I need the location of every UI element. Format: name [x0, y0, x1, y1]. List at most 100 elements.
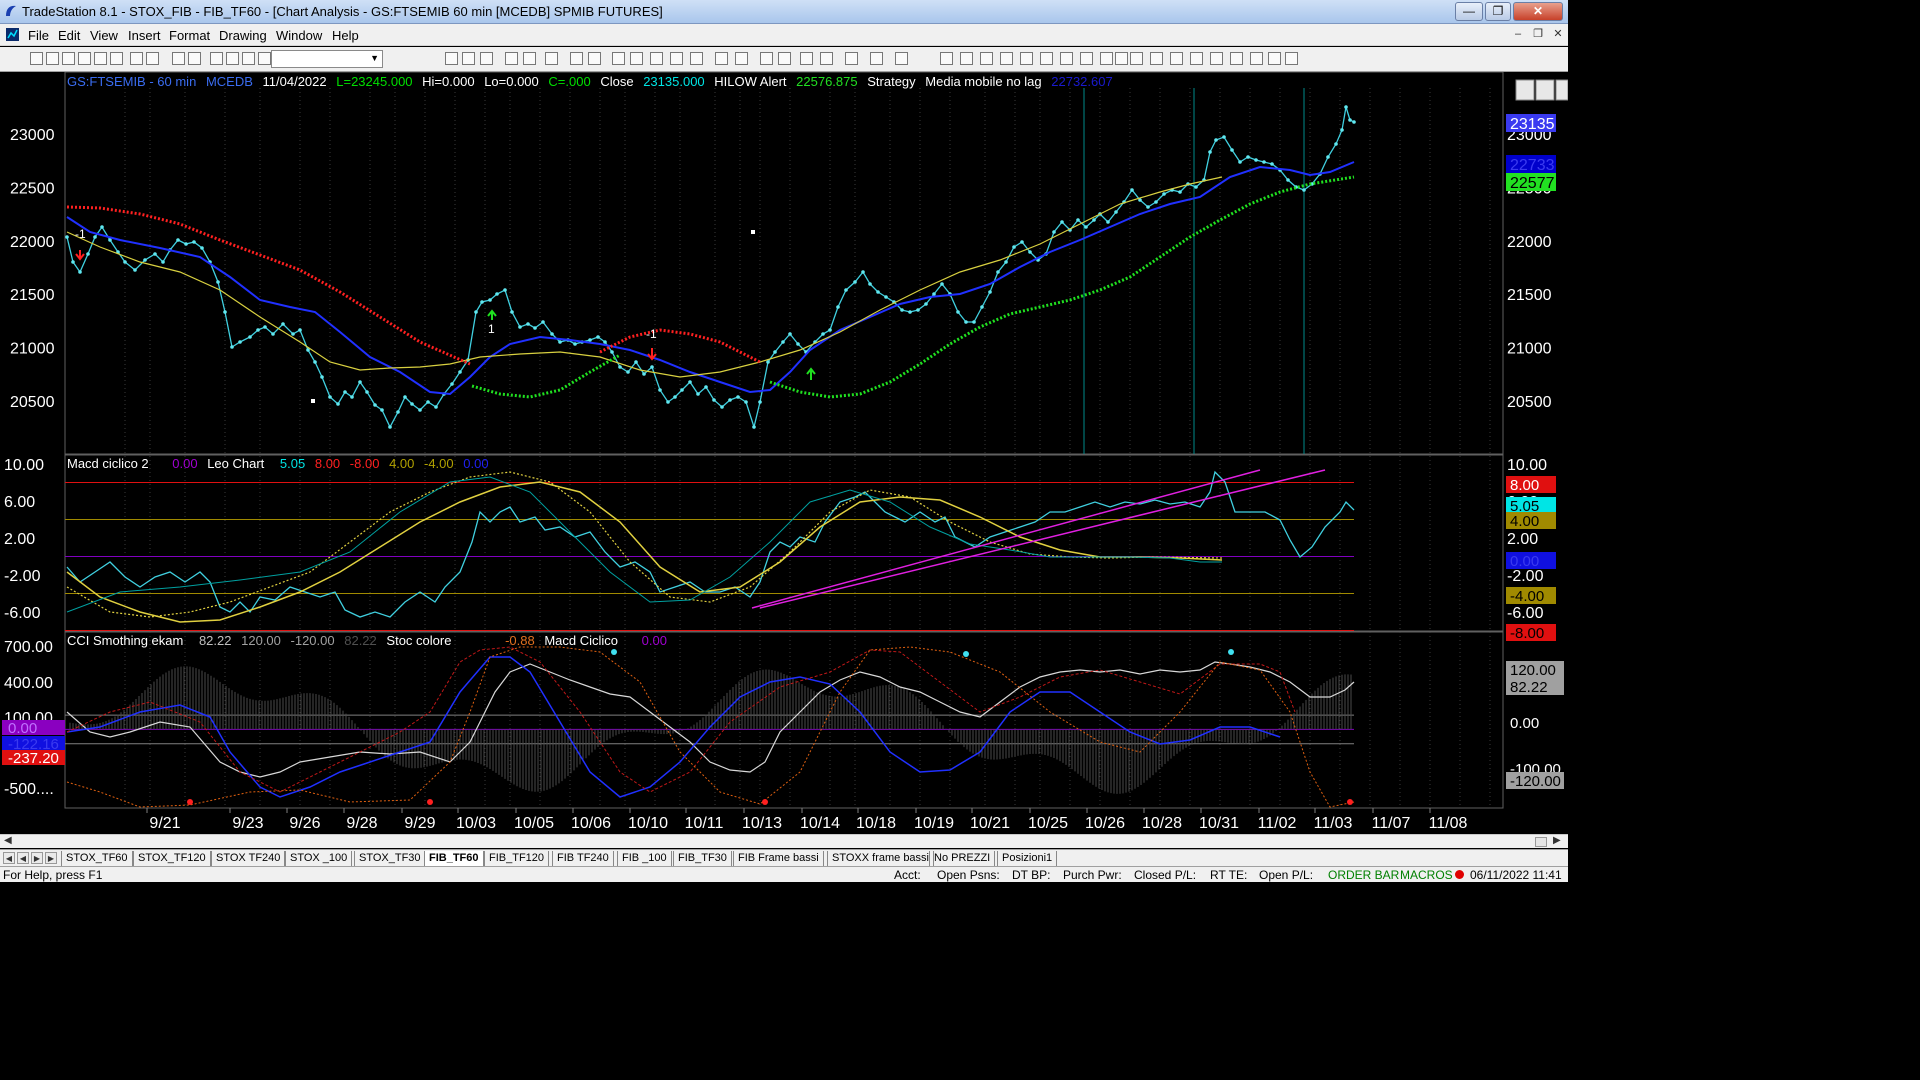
minimize-button[interactable]: — [1455, 2, 1483, 21]
toolbar-tool-icon[interactable] [94, 52, 107, 65]
toolbar-tool-icon[interactable] [630, 52, 643, 65]
toolbar-tool-icon[interactable] [1115, 52, 1128, 65]
toolbar-tool-icon[interactable] [588, 52, 601, 65]
toolbar-tool-icon[interactable] [760, 52, 773, 65]
tab-next-icon[interactable]: ▶ [31, 852, 43, 864]
toolbar-tool-icon[interactable] [1100, 52, 1113, 65]
price-dot [1012, 245, 1016, 249]
mdi-restore-button[interactable]: ❐ [1530, 27, 1546, 42]
horizontal-scrollbar[interactable]: ◀ ▶ [0, 834, 1568, 848]
menu-edit[interactable]: Edit [58, 28, 80, 43]
tab-stox-100[interactable]: STOX _100 [285, 851, 353, 866]
toolbar-tool-icon[interactable] [650, 52, 663, 65]
menu-format[interactable]: Format [169, 28, 210, 43]
tab-fib-tf30[interactable]: FIB_TF30 [673, 851, 732, 866]
toolbar-tool-icon[interactable] [188, 52, 201, 65]
chart-canvas[interactable]: 2300023000225002250022000220002150021500… [0, 71, 1569, 834]
tab-no-prezzi[interactable]: No PREZZI [929, 851, 996, 866]
toolbar-tool-icon[interactable] [130, 52, 143, 65]
toolbar-tool-icon[interactable] [110, 52, 123, 65]
status-macros[interactable]: MACROS [1400, 868, 1453, 882]
toolbar-tool-icon[interactable] [172, 52, 185, 65]
toolbar-tool-icon[interactable] [445, 52, 458, 65]
menu-help[interactable]: Help [332, 28, 359, 43]
toolbar-tool-icon[interactable] [1040, 52, 1053, 65]
toolbar-tool-icon[interactable] [870, 52, 883, 65]
menu-insert[interactable]: Insert [128, 28, 161, 43]
toolbar-tool-icon[interactable] [210, 52, 223, 65]
scroll-left-icon[interactable]: ◀ [4, 835, 12, 846]
menu-view[interactable]: View [90, 28, 118, 43]
toolbar-tool-icon[interactable] [670, 52, 683, 65]
tab-last-icon[interactable]: ▶ [45, 852, 57, 864]
toolbar-tool-icon[interactable] [505, 52, 518, 65]
toolbar-tool-icon[interactable] [1190, 52, 1203, 65]
toolbar-tool-icon[interactable] [480, 52, 493, 65]
symbol-combo[interactable]: ▼ [271, 50, 383, 68]
status-order-bar[interactable]: ORDER BAR [1328, 868, 1399, 882]
toolbar-tool-icon[interactable] [1170, 52, 1183, 65]
toolbar-tool-icon[interactable] [462, 52, 475, 65]
tab-fib-tf240[interactable]: FIB TF240 [552, 851, 614, 866]
toolbar-tool-icon[interactable] [1268, 52, 1281, 65]
menu-file[interactable]: File [28, 28, 49, 43]
toolbar-tool-icon[interactable] [242, 52, 255, 65]
menu-window[interactable]: Window [276, 28, 322, 43]
tab-posizioni1[interactable]: Posizioni1 [997, 851, 1058, 866]
toolbar-tool-icon[interactable] [940, 52, 953, 65]
toolbar-tool-icon[interactable] [30, 52, 43, 65]
toolbar-tool-icon[interactable] [612, 52, 625, 65]
chart-area[interactable]: 2300023000225002250022000220002150021500… [0, 71, 1569, 834]
toolbar-tool-icon[interactable] [1230, 52, 1243, 65]
macd-v2: 5.05 [279, 456, 306, 471]
tab-fib-tf120[interactable]: FIB_TF120 [484, 851, 550, 866]
mdi-close-button[interactable]: ✕ [1550, 27, 1566, 42]
toolbar-tool-icon[interactable] [226, 52, 239, 65]
tab-prev-icon[interactable]: ◀ [17, 852, 29, 864]
mdi-minimize-button[interactable]: – [1510, 27, 1526, 42]
toolbar-tool-icon[interactable] [735, 52, 748, 65]
maximize-button[interactable]: ❐ [1485, 2, 1511, 21]
tab-stoxx-frame-bassi[interactable]: STOXX frame bassi [827, 851, 934, 866]
toolbar-tool-icon[interactable] [570, 52, 583, 65]
toolbar-tool-icon[interactable] [778, 52, 791, 65]
toolbar-tool-icon[interactable] [1285, 52, 1298, 65]
toolbar-tool-icon[interactable] [1020, 52, 1033, 65]
toolbar-tool-icon[interactable] [1210, 52, 1223, 65]
toolbar-tool-icon[interactable] [960, 52, 973, 65]
toolbar-tool-icon[interactable] [845, 52, 858, 65]
tab-first-icon[interactable]: ◀ [3, 852, 15, 864]
tab-fib-tf60[interactable]: FIB_TF60 [424, 851, 484, 866]
toolbar-tool-icon[interactable] [46, 52, 59, 65]
menu-drawing[interactable]: Drawing [219, 28, 267, 43]
toolbar-tool-icon[interactable] [1060, 52, 1073, 65]
tab-stox-tf240[interactable]: STOX TF240 [211, 851, 286, 866]
close-button[interactable]: ✕ [1513, 2, 1563, 21]
tab-stox-tf30[interactable]: STOX_TF30 [354, 851, 426, 866]
toolbar-tool-icon[interactable] [62, 52, 75, 65]
toolbar-tool-icon[interactable] [980, 52, 993, 65]
toolbar-tool-icon[interactable] [1150, 52, 1163, 65]
toolbar-tool-icon[interactable] [1080, 52, 1093, 65]
toolbar-tool-icon[interactable] [523, 52, 536, 65]
scroll-right-icon[interactable]: ▶ [1553, 835, 1561, 846]
tab-stox-tf60[interactable]: STOX_TF60 [61, 851, 133, 866]
toolbar-tool-icon[interactable] [715, 52, 728, 65]
tab-stox-tf120[interactable]: STOX_TF120 [133, 851, 211, 866]
toolbar-tool-icon[interactable] [78, 52, 91, 65]
toolbar-tool-icon[interactable] [690, 52, 703, 65]
toolbar-tool-icon[interactable] [820, 52, 833, 65]
toolbar-tool-icon[interactable] [258, 52, 271, 65]
cci-signal-dot [611, 649, 617, 655]
toolbar-tool-icon[interactable] [1250, 52, 1263, 65]
tab-fib-frame-bassi[interactable]: FIB Frame bassi [733, 851, 824, 866]
toolbar-tool-icon[interactable] [800, 52, 813, 65]
toolbar-tool-icon[interactable] [1000, 52, 1013, 65]
toolbar-tool-icon[interactable] [895, 52, 908, 65]
toolbar-tool-icon[interactable] [146, 52, 159, 65]
toolbar-tool-icon[interactable] [1130, 52, 1143, 65]
tab-fib-100[interactable]: FIB _100 [617, 851, 672, 866]
scroll-thumb[interactable] [1535, 837, 1547, 847]
status-dt-bp: DT BP: [1012, 868, 1051, 882]
toolbar-tool-icon[interactable] [545, 52, 558, 65]
